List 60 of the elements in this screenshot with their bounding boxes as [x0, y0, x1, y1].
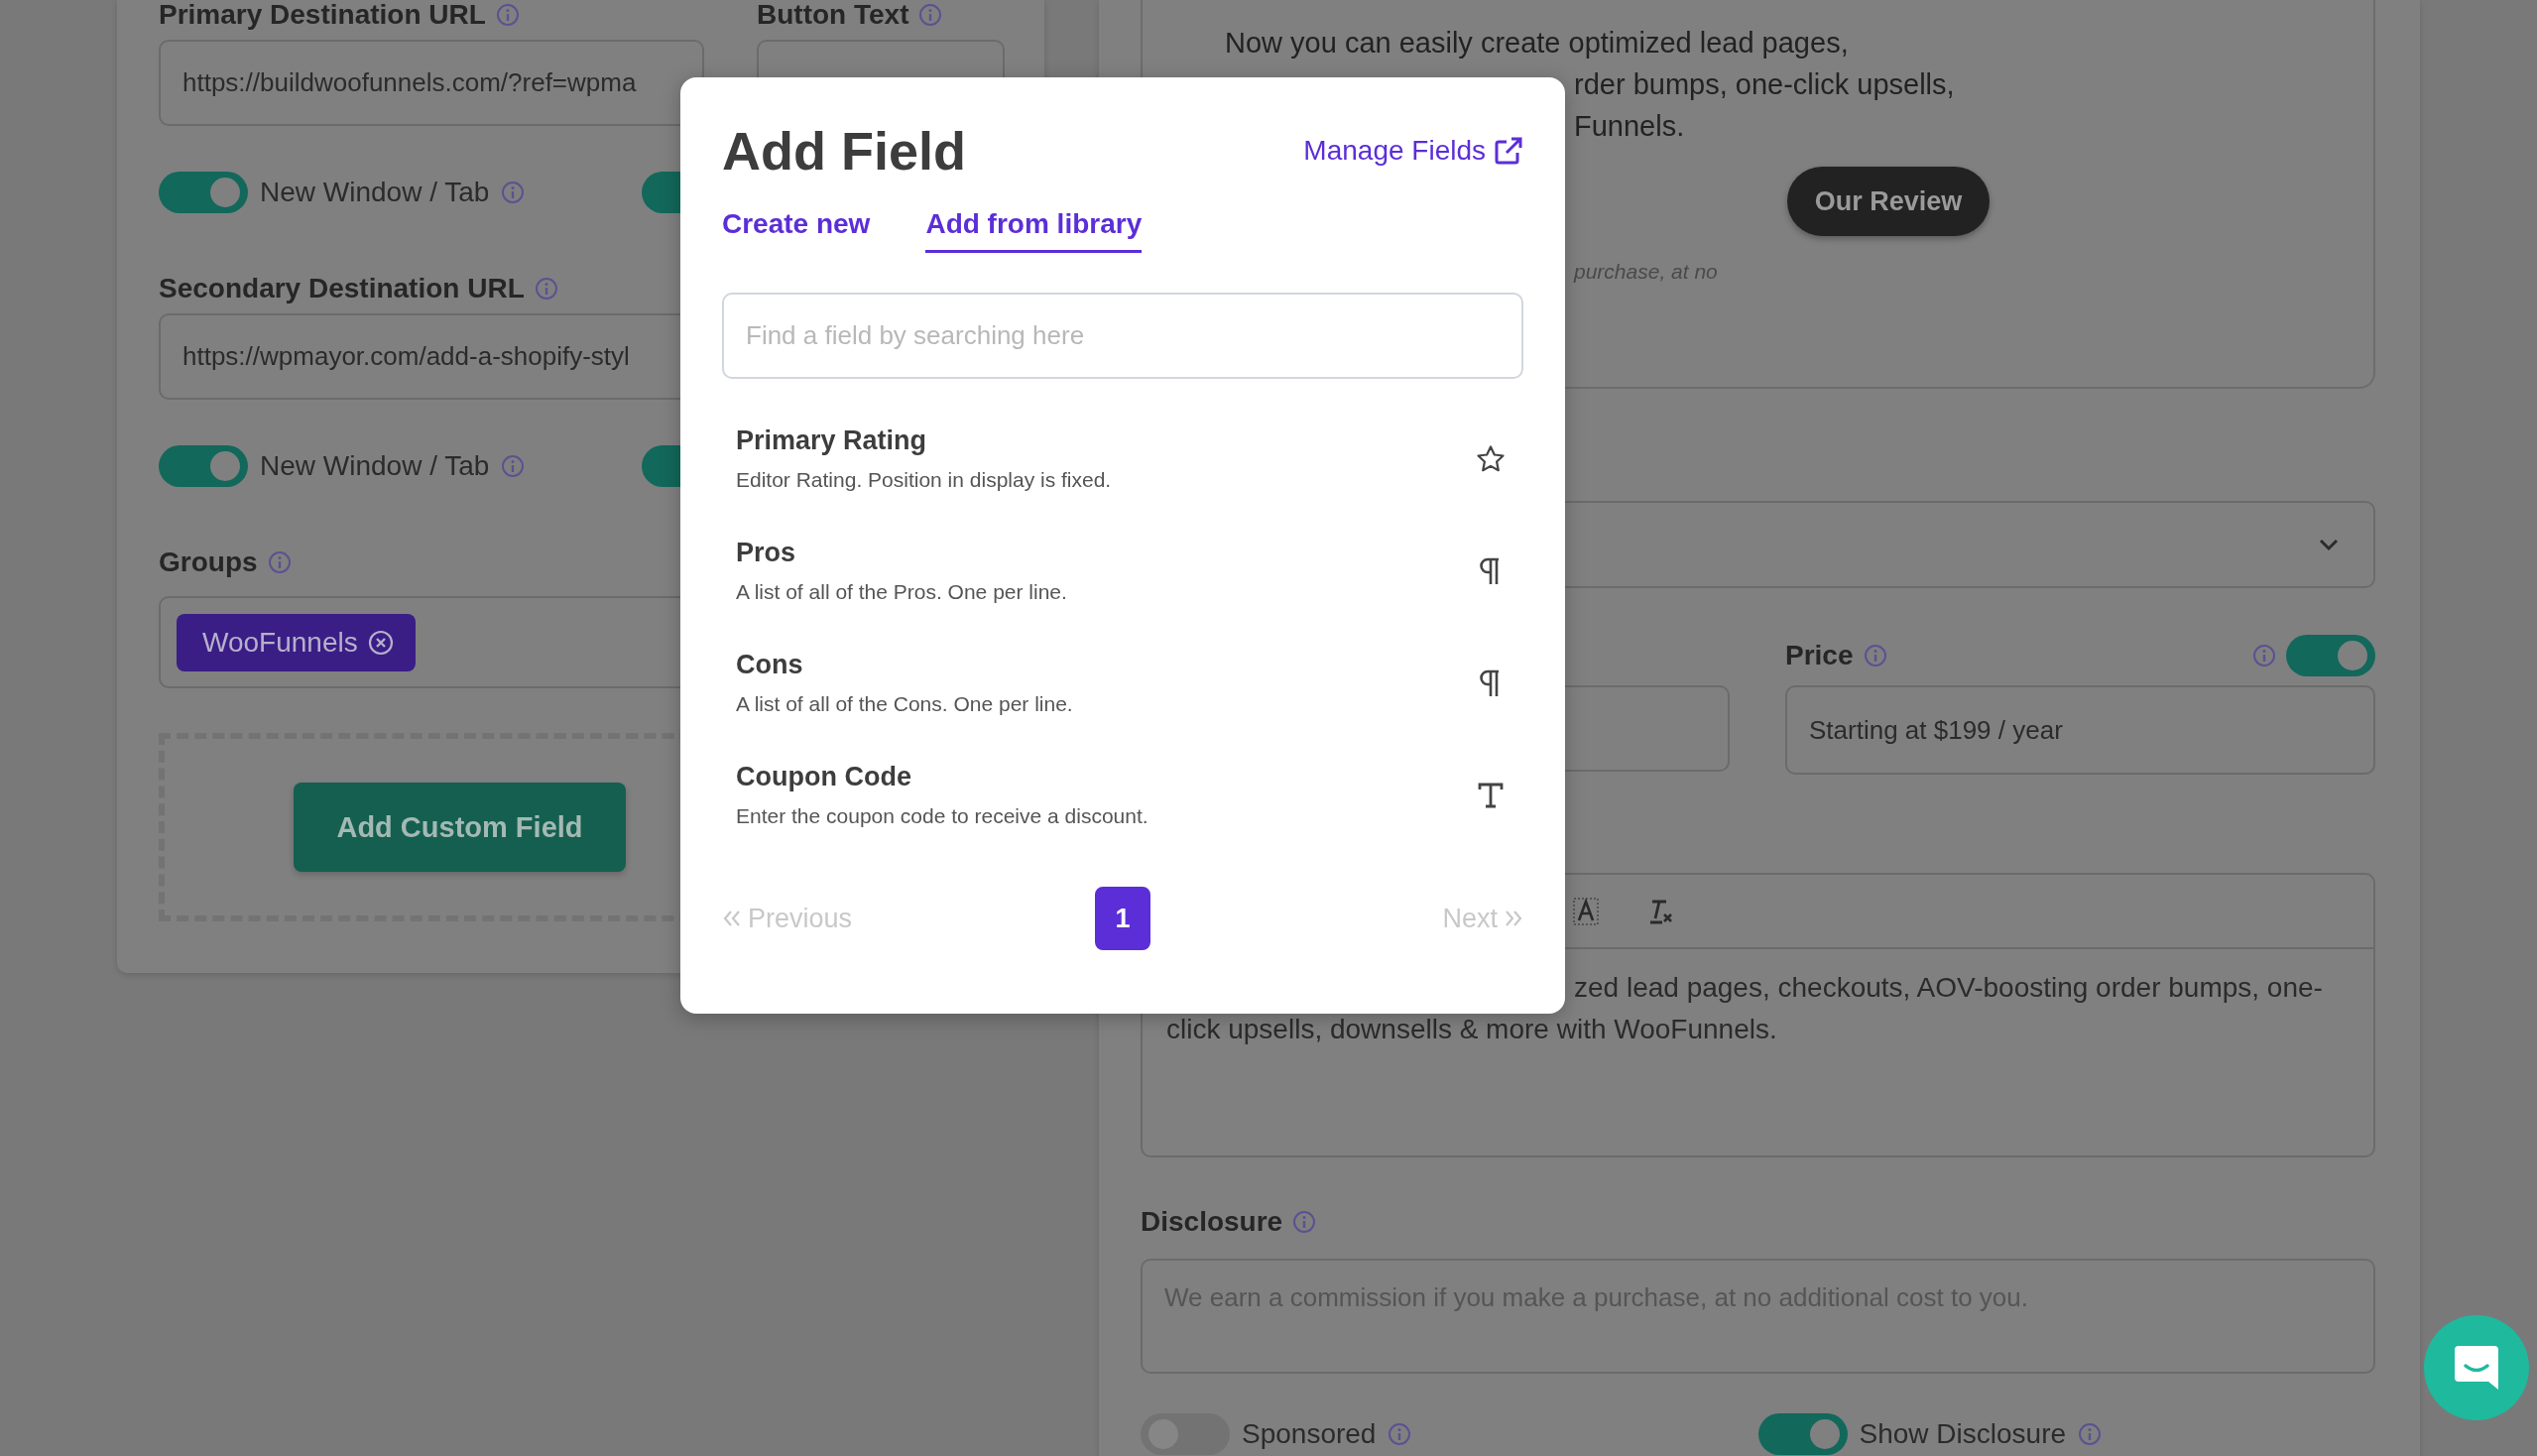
field-description: Enter the coupon code to receive a discount. — [736, 804, 1148, 828]
toggle-label: Sponsored — [1242, 1418, 1377, 1450]
info-icon — [1388, 1422, 1412, 1446]
preview-text: Now you can easily create optimized lead pages, — [1225, 26, 1850, 61]
info-icon — [534, 277, 558, 301]
info-icon — [1863, 644, 1887, 667]
field-option[interactable]: Cons A list of all of the Cons. One per line. — [722, 627, 1523, 739]
toggle-switch[interactable] — [2286, 635, 2375, 676]
editor-text: zed lead pages, checkouts, AOV-boosting order bumps, one- — [1574, 971, 2324, 1005]
field-title: Coupon Code — [736, 762, 912, 792]
toggle-label: New Window / Tab — [260, 177, 490, 208]
info-icon — [495, 3, 520, 27]
field-option[interactable]: Primary Rating Editor Rating. Position in display is fixed. — [722, 403, 1523, 515]
field-description: A list of all of the Cons. One per line. — [736, 692, 1073, 716]
toggle-label: New Window / Tab — [260, 450, 490, 482]
info-icon — [2078, 1422, 2103, 1446]
review-button[interactable]: Our Review — [1787, 167, 1990, 236]
star-icon — [1476, 443, 1506, 474]
field-option[interactable]: Coupon Code Enter the coupon code to receive a discount. — [722, 739, 1523, 851]
price-field[interactable]: Starting at $199 / year — [1785, 685, 2375, 775]
info-icon — [501, 181, 526, 204]
field-label: Disclosure — [1141, 1206, 1283, 1238]
double-chevron-icon — [722, 910, 742, 927]
field-title: Cons — [736, 650, 804, 680]
tab[interactable]: Add from library — [925, 200, 1143, 253]
search-field[interactable]: Find a field by searching here — [722, 293, 1523, 379]
remove-icon — [367, 629, 394, 656]
manage-fields-link[interactable]: Manage Fields — [1303, 135, 1523, 167]
field-description: A list of all of the Pros. One per line. — [736, 580, 1067, 604]
toggle-switch[interactable] — [159, 172, 248, 213]
field-label: Price — [1785, 640, 1854, 671]
info-icon — [501, 454, 526, 478]
modal-title: Add Field — [722, 120, 966, 182]
field-option[interactable]: Pros A list of all of the Pros. One per line. — [722, 515, 1523, 627]
info-icon — [267, 550, 292, 574]
field-label: Groups — [159, 546, 258, 578]
external-link-icon — [1494, 136, 1523, 166]
chevron-down-icon — [2318, 538, 2340, 551]
info-icon — [918, 3, 943, 27]
field-title: Primary Rating — [736, 425, 928, 456]
preview-text: Funnels. — [1574, 109, 1686, 144]
info-icon — [1292, 1210, 1317, 1234]
field-title: Pros — [736, 538, 797, 568]
highlight-icon — [1573, 897, 1599, 925]
toggle-switch[interactable] — [1757, 1413, 1848, 1455]
url-field[interactable]: https://buildwoofunnels.com/?ref=wpma — [159, 40, 704, 126]
editor-text: click upsells, downsells & more with WooFunnels. — [1166, 1013, 1778, 1046]
field-label: Secondary Destination URL — [159, 273, 525, 304]
toggle-label: Show Disclosure — [1859, 1418, 2067, 1450]
field-label: Button Text — [757, 0, 909, 31]
field-label: Primary Destination URL — [159, 0, 486, 31]
tab[interactable]: Create new — [722, 200, 871, 253]
field-description: Editor Rating. Position in display is fixed. — [736, 468, 1112, 492]
double-chevron-icon — [1504, 910, 1523, 927]
info-icon — [2252, 644, 2276, 667]
toggle-switch[interactable] — [159, 445, 248, 487]
preview-text: rder bumps, one-click upsells, — [1574, 67, 1956, 102]
add-custom-field-button[interactable]: Add Custom Field — [294, 783, 626, 872]
tag-chip[interactable]: WooFunnels — [177, 613, 416, 671]
page-number[interactable]: 1 — [1095, 887, 1150, 950]
